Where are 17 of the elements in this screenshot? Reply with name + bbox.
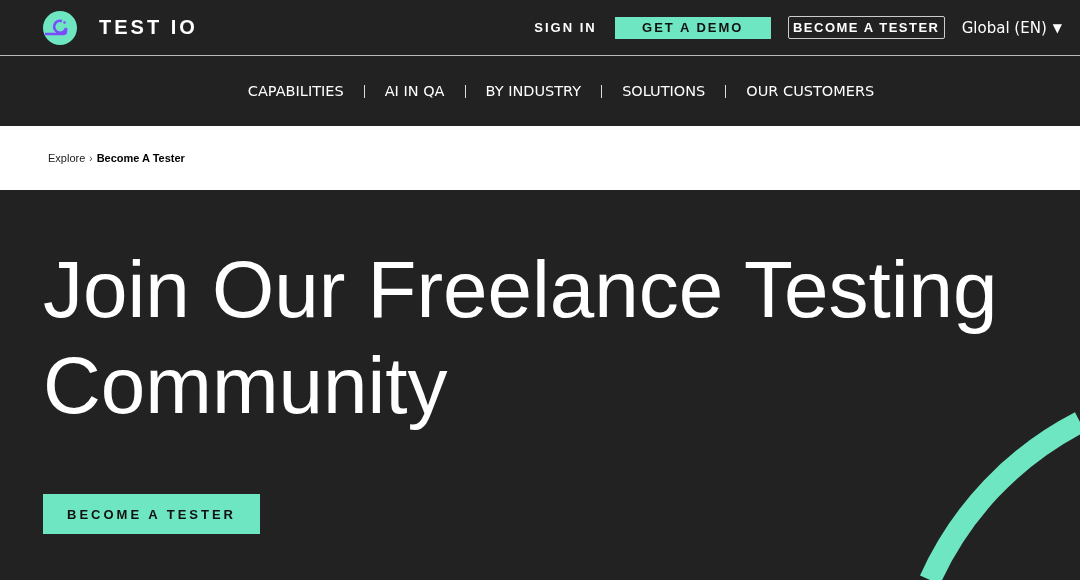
nav-item[interactable]: SOLUTIONS xyxy=(622,83,706,99)
caret-icon: ▼ xyxy=(1052,20,1062,35)
sign-in-link[interactable]: SIGN IN xyxy=(534,20,597,35)
nav-item[interactable]: CAPABILITIES xyxy=(247,83,344,99)
brand-name[interactable]: TEST IO xyxy=(99,16,198,39)
become-tester-button[interactable]: BECOME A TESTER xyxy=(787,16,945,39)
become-tester-button[interactable]: BECOME A TESTER xyxy=(43,494,260,534)
breadcrumb-link[interactable]: Explore xyxy=(48,152,86,164)
language-selector[interactable]: Global (EN) ▼ xyxy=(961,18,1062,37)
logo-icon[interactable] xyxy=(43,10,77,45)
nav-item[interactable]: BY INDUSTRY xyxy=(485,83,582,99)
nav-item[interactable]: OUR CUSTOMERS xyxy=(746,83,875,99)
hero-title: Join Our Freelance Testing Community xyxy=(43,244,999,432)
breadcrumb-link[interactable]: Become A Tester xyxy=(96,152,185,164)
breadcrumb-separator: › xyxy=(89,152,93,164)
nav-item[interactable]: AI IN QA xyxy=(384,83,445,99)
demo-button[interactable]: GET A DEMO xyxy=(614,16,771,39)
